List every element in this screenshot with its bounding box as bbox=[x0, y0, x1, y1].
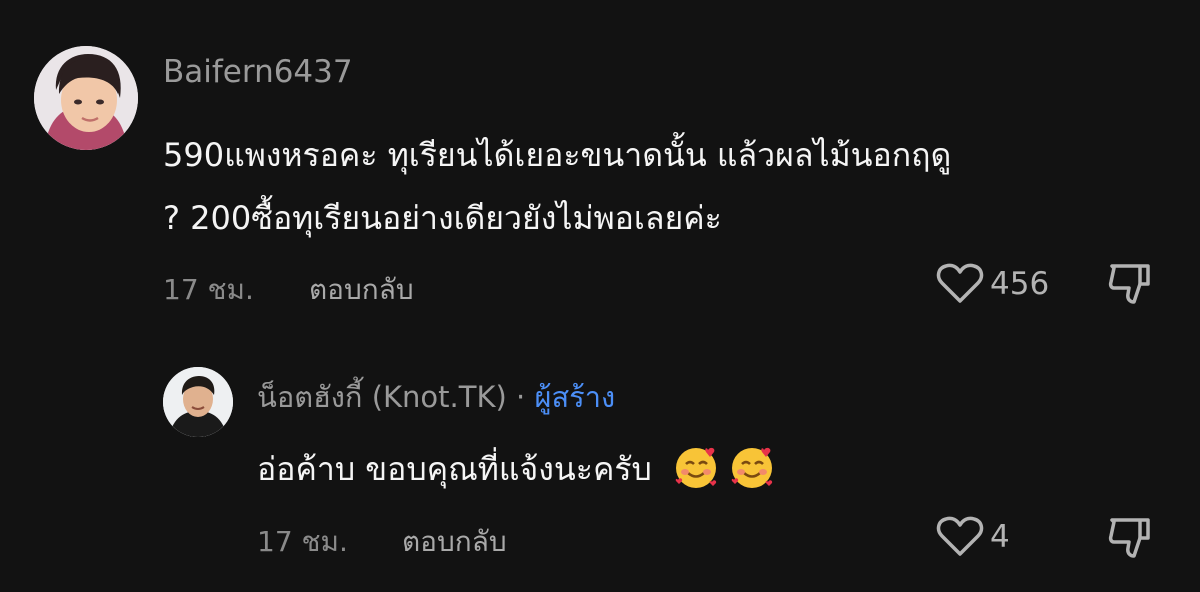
thumbs-down-icon bbox=[1108, 518, 1150, 558]
comment-text-line-1: 590แพงหรอคะ ทุเรียนได้เยอะขนาดนั้น แล้วผ… bbox=[163, 136, 952, 174]
reply-username[interactable]: น็อตฮังกี้ (Knot.TK) bbox=[257, 380, 507, 414]
avatar[interactable] bbox=[34, 46, 138, 150]
comment: Baifern6437 590แพงหรอคะ ทุเรียนได้เยอะขน… bbox=[0, 0, 1200, 330]
reply-button[interactable]: ตอบกลับ bbox=[309, 268, 414, 312]
like-count: 456 bbox=[990, 266, 1050, 302]
avatar-photo bbox=[163, 367, 233, 437]
reply-text: อ่อค้าบ ขอบคุณที่แจ้งนะครับ bbox=[257, 442, 780, 500]
heart-outline-icon bbox=[936, 516, 984, 556]
avatar[interactable] bbox=[163, 367, 233, 437]
reply-username-row: น็อตฮังกี้ (Knot.TK) · ผู้สร้าง bbox=[257, 374, 615, 420]
smiling-face-with-hearts-emoji bbox=[672, 442, 780, 500]
separator-dot: · bbox=[516, 380, 526, 414]
comment-username[interactable]: Baifern6437 bbox=[163, 54, 353, 90]
thumbs-down-icon bbox=[1108, 264, 1150, 304]
dislike-button[interactable] bbox=[1108, 516, 1154, 564]
reply-timestamp: 17 ชม. bbox=[257, 525, 348, 558]
reply-comment: น็อตฮังกี้ (Knot.TK) · ผู้สร้าง อ่อค้าบ … bbox=[0, 330, 1200, 592]
dislike-button[interactable] bbox=[1108, 262, 1154, 310]
creator-badge: ผู้สร้าง bbox=[534, 380, 616, 414]
like-button[interactable]: 456 bbox=[936, 263, 1049, 305]
avatar-photo bbox=[34, 46, 138, 150]
comment-text-line-2: ? 200ซื้อทุเรียนอย่างเดียวยังไม่พอเลยค่ะ bbox=[163, 199, 722, 237]
reply-text-content: อ่อค้าบ ขอบคุณที่แจ้งนะครับ bbox=[257, 450, 652, 488]
like-count: 4 bbox=[990, 519, 1010, 555]
like-button[interactable]: 4 bbox=[936, 516, 1010, 558]
reply-button[interactable]: ตอบกลับ bbox=[402, 520, 507, 564]
heart-outline-icon bbox=[936, 263, 984, 303]
comment-timestamp: 17 ชม. bbox=[163, 273, 254, 306]
